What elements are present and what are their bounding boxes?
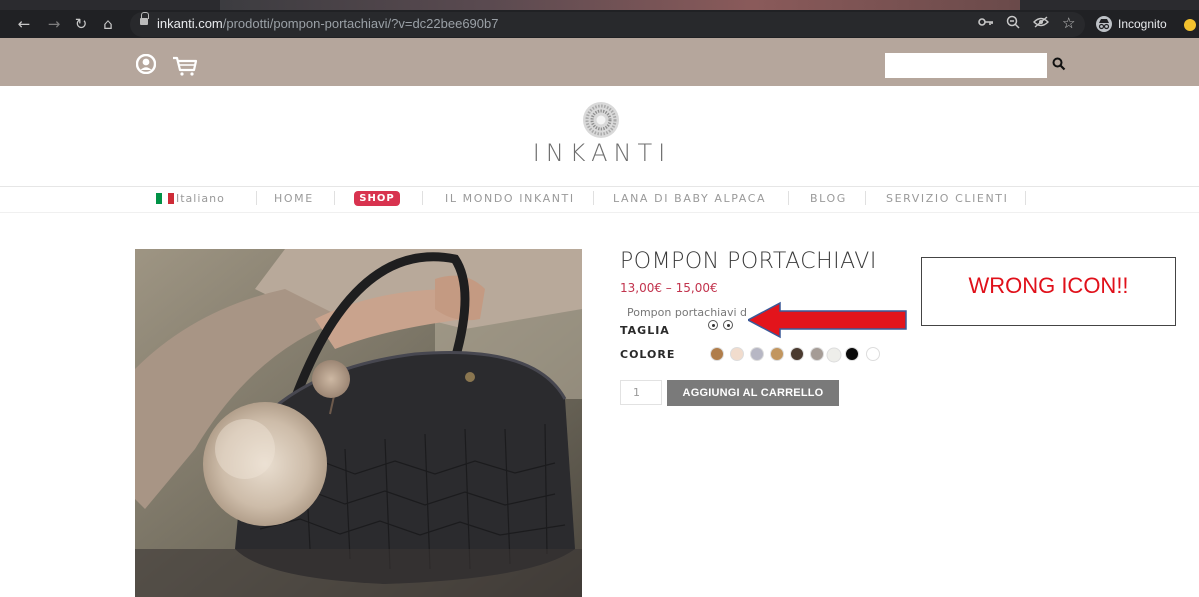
menu-separator — [1025, 191, 1026, 205]
add-to-cart-button[interactable]: AGGIUNGI AL CARRELLO — [667, 380, 839, 406]
size-option-radio[interactable] — [708, 320, 718, 330]
url-domain: inkanti.com — [157, 16, 223, 31]
menu-separator — [788, 191, 789, 205]
incognito-label: Incognito — [1118, 17, 1167, 31]
menu-item-mondo-inkanti[interactable]: IL MONDO INKANTI — [445, 192, 575, 205]
key-icon[interactable] — [978, 15, 994, 33]
forward-icon[interactable]: → — [45, 14, 63, 34]
main-menu: Italiano HOME IL MONDO INKANTI LANA DI B… — [0, 188, 1199, 212]
color-swatch[interactable] — [750, 347, 764, 361]
back-icon[interactable]: ← — [15, 14, 33, 34]
menu-item-servizio-clienti[interactable]: SERVIZIO CLIENTI — [886, 192, 1008, 205]
home-icon[interactable]: ⌂ — [99, 14, 117, 34]
product-image[interactable] — [135, 249, 582, 597]
menu-item-baby-alpaca[interactable]: LANA DI BABY ALPACA — [613, 192, 766, 205]
extension-icon[interactable] — [1184, 19, 1196, 31]
menu-item-language[interactable]: Italiano — [176, 192, 225, 205]
product-description: Pompon portachiavi d — [627, 306, 748, 319]
color-swatch[interactable] — [710, 347, 724, 361]
menu-divider-bottom — [0, 212, 1199, 213]
logo-emblem[interactable] — [582, 101, 620, 139]
url-path: /prodotti/pompon-portachiavi/?v=dc22bee6… — [222, 16, 499, 31]
cart-icon[interactable] — [172, 56, 198, 76]
color-swatch[interactable] — [730, 347, 744, 361]
annotation-text: WRONG ICON!! — [968, 273, 1129, 298]
incognito-icon — [1096, 16, 1112, 32]
lock-icon[interactable] — [140, 12, 149, 26]
color-swatch[interactable] — [770, 347, 784, 361]
incognito-indicator[interactable]: Incognito — [1096, 14, 1167, 34]
menu-separator — [422, 191, 423, 205]
star-icon[interactable]: ☆ — [1062, 15, 1075, 31]
menu-separator — [593, 191, 594, 205]
user-icon[interactable] — [135, 53, 157, 75]
menu-item-blog[interactable]: BLOG — [810, 192, 847, 205]
product-price: 13,00€ – 15,00€ — [620, 281, 718, 295]
search-icon[interactable] — [1052, 56, 1066, 71]
url-text[interactable]: inkanti.com/prodotti/pompon-portachiavi/… — [157, 16, 498, 31]
search-input[interactable] — [885, 53, 1047, 78]
color-label: COLORE — [620, 348, 676, 361]
size-label: TAGLIA — [620, 324, 670, 337]
product-title: POMPON PORTACHIAVI — [620, 249, 877, 274]
color-swatch[interactable] — [810, 347, 824, 361]
menu-separator — [256, 191, 257, 205]
menu-separator — [865, 191, 866, 205]
tab-strip — [0, 0, 1199, 10]
reload-icon[interactable]: ↻ — [72, 14, 90, 34]
color-swatch[interactable] — [826, 347, 842, 363]
menu-separator — [334, 191, 335, 205]
menu-divider-top — [0, 186, 1199, 187]
size-option-radio[interactable] — [723, 320, 733, 330]
active-tab[interactable] — [220, 0, 1020, 10]
annotation-arrow — [748, 301, 907, 339]
color-swatch[interactable] — [790, 347, 804, 361]
zoom-icon[interactable] — [1006, 15, 1020, 33]
color-swatch[interactable] — [866, 347, 880, 361]
color-swatch[interactable] — [845, 347, 859, 361]
logo-text[interactable]: INKANTI — [532, 139, 672, 167]
menu-item-home[interactable]: HOME — [274, 192, 314, 205]
quantity-input[interactable]: 1 — [620, 380, 662, 405]
menu-item-shop[interactable]: SHOP — [354, 193, 400, 204]
eye-off-icon[interactable] — [1033, 15, 1049, 33]
